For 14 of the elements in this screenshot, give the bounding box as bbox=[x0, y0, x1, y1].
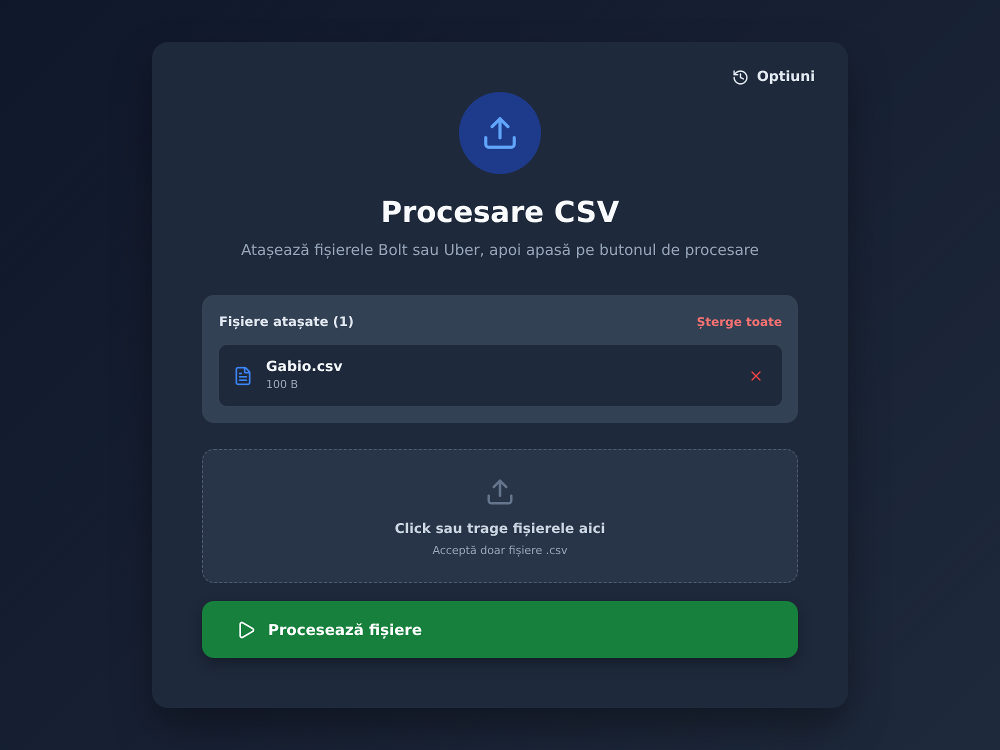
file-icon bbox=[233, 366, 253, 386]
options-button[interactable]: Optiuni bbox=[732, 66, 815, 88]
drop-zone[interactable]: Click sau trage fișierele aici Acceptă doar fișiere .csv bbox=[202, 449, 798, 583]
page-subtitle: Atașează fișierele Bolt sau Uber, apoi apasă pe butonul de procesare bbox=[240, 240, 760, 261]
drop-zone-hint: Acceptă doar fișiere .csv bbox=[432, 543, 568, 559]
process-button[interactable]: Procesează fișiere bbox=[202, 601, 798, 658]
upload-icon bbox=[485, 477, 515, 507]
history-icon bbox=[732, 68, 749, 86]
file-size: 100 B bbox=[266, 378, 300, 392]
attached-files-title: Fișiere atașate (1) bbox=[219, 314, 354, 330]
file-name: Gabio.csv bbox=[266, 358, 344, 376]
page-title: Procesare CSV bbox=[380, 194, 620, 230]
drop-zone-label: Click sau trage fișierele aici bbox=[394, 520, 606, 539]
clear-all-link[interactable]: Șterge toate bbox=[696, 315, 782, 329]
